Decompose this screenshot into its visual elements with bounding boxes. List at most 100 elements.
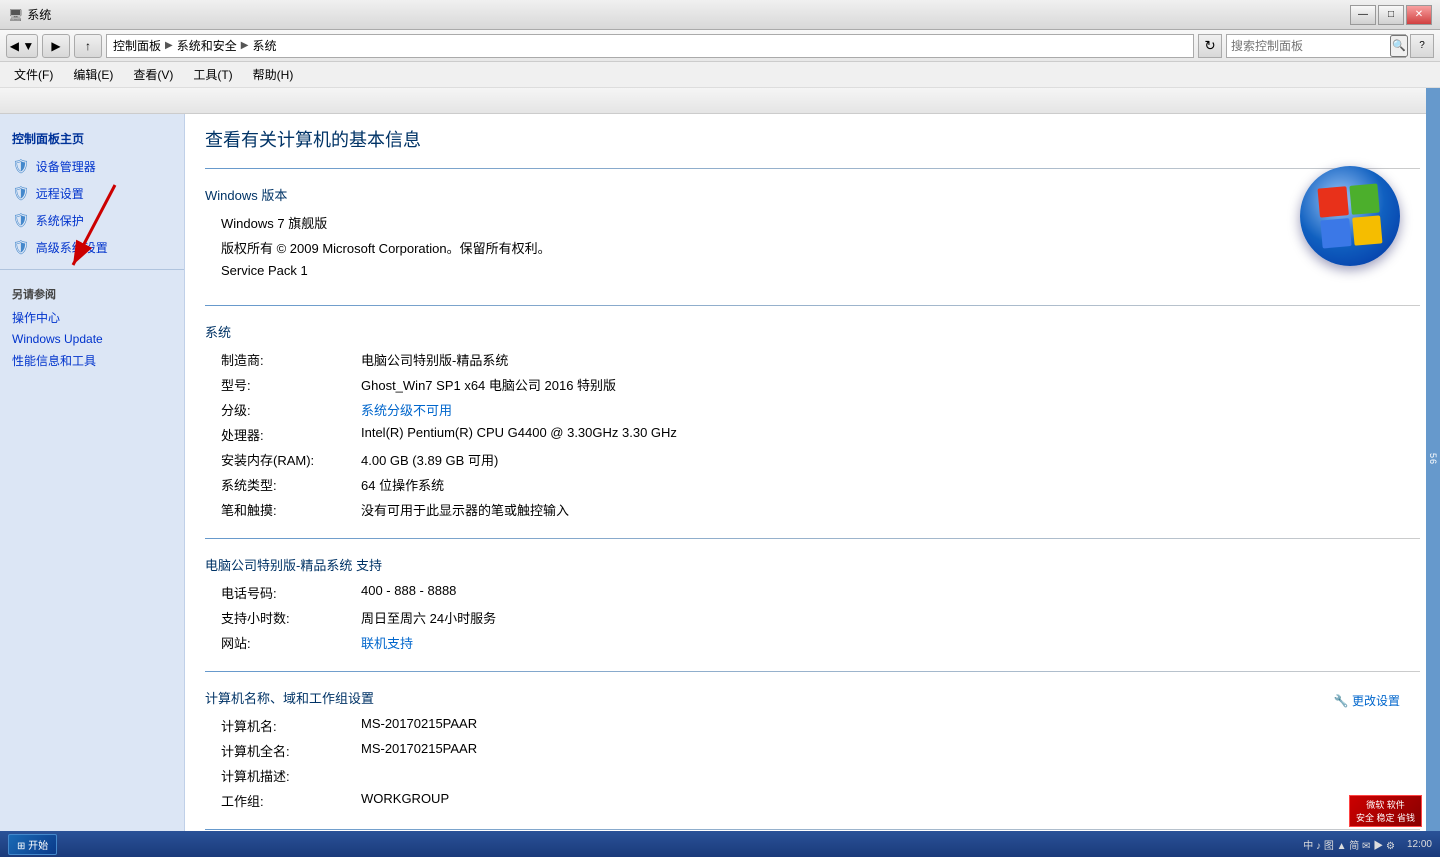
value-systype: 64 位操作系统 bbox=[361, 475, 444, 494]
refresh-button[interactable]: ↻ bbox=[1198, 34, 1222, 58]
search-button[interactable]: 🔍 bbox=[1390, 35, 1408, 57]
info-row-touch: 笔和触摸: 没有可用于此显示器的笔或触控输入 bbox=[205, 497, 1420, 522]
windows-flag bbox=[1317, 183, 1382, 248]
start-button[interactable]: ⊞ 开始 bbox=[8, 834, 57, 855]
breadcrumb-part3: 系统 bbox=[252, 37, 276, 54]
value-ram: 4.00 GB (3.89 GB 可用) bbox=[361, 450, 498, 469]
search-input[interactable] bbox=[1227, 39, 1390, 53]
windows-version-title: Windows 版本 bbox=[205, 185, 1420, 204]
up-button[interactable]: ↑ bbox=[74, 34, 102, 58]
label-phone: 电话号码: bbox=[221, 583, 361, 602]
sidebar-item-device-manager[interactable]: 🛡 设备管理器 bbox=[0, 153, 184, 180]
menu-help[interactable]: 帮助(H) bbox=[243, 63, 304, 86]
shield-icon-3: 🛡 bbox=[12, 212, 30, 229]
maximize-button[interactable]: □ bbox=[1378, 5, 1404, 25]
info-row-hours: 支持小时数: 周日至周六 24小时服务 bbox=[205, 605, 1420, 630]
label-touch: 笔和触摸: bbox=[221, 500, 361, 519]
main-layout: 控制面板主页 🛡 设备管理器 🛡 远程设置 🛡 系统保护 🛡 高级系统设置 bbox=[0, 114, 1440, 857]
flag-green bbox=[1349, 183, 1380, 214]
shield-icon-4: 🛡 bbox=[12, 239, 30, 256]
sidebar-item-advanced[interactable]: 🛡 高级系统设置 bbox=[0, 234, 184, 261]
system-section: 系统 制造商: 电脑公司特别版-精品系统 型号: Ghost_Win7 SP1 … bbox=[205, 322, 1420, 522]
sidebar-label-protection: 系统保护 bbox=[36, 212, 84, 229]
flag-yellow bbox=[1352, 215, 1383, 246]
value-website[interactable]: 联机支持 bbox=[361, 633, 413, 652]
taskbar-right: 中 ♪ 图 ▲ 简 ✉ ▶ ⚙ 12:00 bbox=[1303, 837, 1432, 852]
system-section-title: 系统 bbox=[205, 322, 1420, 341]
toolbar bbox=[0, 88, 1440, 114]
window-icon: 🖥 bbox=[8, 8, 23, 22]
address-bar: ◀ ▼ ▶ ↑ 控制面板 ▶ 系统和安全 ▶ 系统 ↻ 🔍 ? bbox=[0, 30, 1440, 62]
label-ram: 安装内存(RAM): bbox=[221, 450, 361, 469]
sidebar-label-device-manager: 设备管理器 bbox=[36, 158, 96, 175]
taskbar-left: ⊞ 开始 bbox=[8, 834, 57, 855]
divider-1 bbox=[205, 168, 1420, 169]
sidebar-divider bbox=[0, 269, 184, 270]
close-button[interactable]: ✕ bbox=[1406, 5, 1432, 25]
breadcrumb-part2: 系统和安全 bbox=[177, 37, 237, 54]
value-manufacturer: 电脑公司特别版-精品系统 bbox=[361, 350, 508, 369]
menu-file[interactable]: 文件(F) bbox=[4, 63, 63, 86]
value-model: Ghost_Win7 SP1 x64 电脑公司 2016 特别版 bbox=[361, 375, 616, 394]
right-accent: 56 bbox=[1426, 88, 1440, 831]
label-manufacturer: 制造商: bbox=[221, 350, 361, 369]
title-bar-left: 🖥 系统 bbox=[8, 6, 51, 23]
windows-logo bbox=[1300, 166, 1400, 266]
info-row-compdesc: 计算机描述: bbox=[205, 763, 1420, 788]
shield-icon-1: 🛡 bbox=[12, 158, 30, 175]
menu-edit[interactable]: 编辑(E) bbox=[63, 63, 123, 86]
watermark-line2: 安全 稳定 省钱 bbox=[1356, 811, 1415, 824]
divider-2 bbox=[205, 305, 1420, 306]
menu-tools[interactable]: 工具(T) bbox=[183, 63, 242, 86]
sidebar-title: 控制面板主页 bbox=[0, 124, 184, 153]
computer-section-title: 计算机名称、域和工作组设置 bbox=[205, 688, 374, 707]
sidebar-link-windows-update[interactable]: Windows Update bbox=[0, 329, 184, 349]
label-compname: 计算机名: bbox=[221, 716, 361, 735]
label-model: 型号: bbox=[221, 375, 361, 394]
address-path[interactable]: 控制面板 ▶ 系统和安全 ▶ 系统 bbox=[106, 34, 1194, 58]
flag-blue bbox=[1320, 218, 1351, 249]
info-row-workgroup: 工作组: WORKGROUP bbox=[205, 788, 1420, 813]
label-cpu: 处理器: bbox=[221, 425, 361, 444]
info-row-ram: 安装内存(RAM): 4.00 GB (3.89 GB 可用) bbox=[205, 447, 1420, 472]
shield-icon-2: 🛡 bbox=[12, 185, 30, 202]
info-row-rating: 分级: 系统分级不可用 bbox=[205, 397, 1420, 422]
taskbar: ⊞ 开始 中 ♪ 图 ▲ 简 ✉ ▶ ⚙ 12:00 bbox=[0, 831, 1440, 857]
value-hours: 周日至周六 24小时服务 bbox=[361, 608, 496, 627]
label-hours: 支持小时数: bbox=[221, 608, 361, 627]
title-bar-controls: — □ ✕ bbox=[1350, 5, 1432, 25]
menu-view[interactable]: 查看(V) bbox=[123, 63, 183, 86]
info-row-manufacturer: 制造商: 电脑公司特别版-精品系统 bbox=[205, 347, 1420, 372]
watermark: 微软 软件 安全 稳定 省钱 bbox=[1349, 795, 1422, 827]
content-area: 查看有关计算机的基本信息 Windows 版本 Windows 7 旗舰版 版权… bbox=[185, 114, 1440, 857]
info-row-cpu: 处理器: Intel(R) Pentium(R) CPU G4400 @ 3.3… bbox=[205, 422, 1420, 447]
sidebar-other-section: 另请参阅 bbox=[0, 278, 184, 306]
sidebar-link-performance[interactable]: 性能信息和工具 bbox=[0, 349, 184, 372]
label-rating: 分级: bbox=[221, 400, 361, 419]
sidebar-item-remote[interactable]: 🛡 远程设置 bbox=[0, 180, 184, 207]
label-systype: 系统类型: bbox=[221, 475, 361, 494]
windows-orb bbox=[1300, 166, 1400, 266]
sidebar-item-protection[interactable]: 🛡 系统保护 bbox=[0, 207, 184, 234]
info-row-compname: 计算机名: MS-20170215PAAR bbox=[205, 713, 1420, 738]
label-compfullname: 计算机全名: bbox=[221, 741, 361, 760]
sidebar: 控制面板主页 🛡 设备管理器 🛡 远程设置 🛡 系统保护 🛡 高级系统设置 bbox=[0, 114, 185, 857]
content-wrapper: 查看有关计算机的基本信息 Windows 版本 Windows 7 旗舰版 版权… bbox=[205, 126, 1420, 857]
value-touch: 没有可用于此显示器的笔或触控输入 bbox=[361, 500, 569, 519]
divider-3 bbox=[205, 538, 1420, 539]
info-row-phone: 电话号码: 400 - 888 - 8888 bbox=[205, 580, 1420, 605]
minimize-button[interactable]: — bbox=[1350, 5, 1376, 25]
watermark-line1: 微软 软件 bbox=[1356, 798, 1415, 811]
forward-button[interactable]: ▶ bbox=[42, 34, 70, 58]
divider-4 bbox=[205, 671, 1420, 672]
divider-5 bbox=[205, 829, 1420, 830]
back-button[interactable]: ◀ ▼ bbox=[6, 34, 38, 58]
info-row-copyright: 版权所有 © 2009 Microsoft Corporation。保留所有权利… bbox=[205, 235, 1420, 260]
sidebar-label-advanced: 高级系统设置 bbox=[36, 239, 108, 256]
info-row-model: 型号: Ghost_Win7 SP1 x64 电脑公司 2016 特别版 bbox=[205, 372, 1420, 397]
help-button[interactable]: ? bbox=[1410, 34, 1434, 58]
sidebar-link-action-center[interactable]: 操作中心 bbox=[0, 306, 184, 329]
change-settings-button[interactable]: 🔧 更改设置 bbox=[1334, 692, 1400, 709]
search-box: 🔍 bbox=[1226, 34, 1406, 58]
value-rating[interactable]: 系统分级不可用 bbox=[361, 400, 452, 419]
